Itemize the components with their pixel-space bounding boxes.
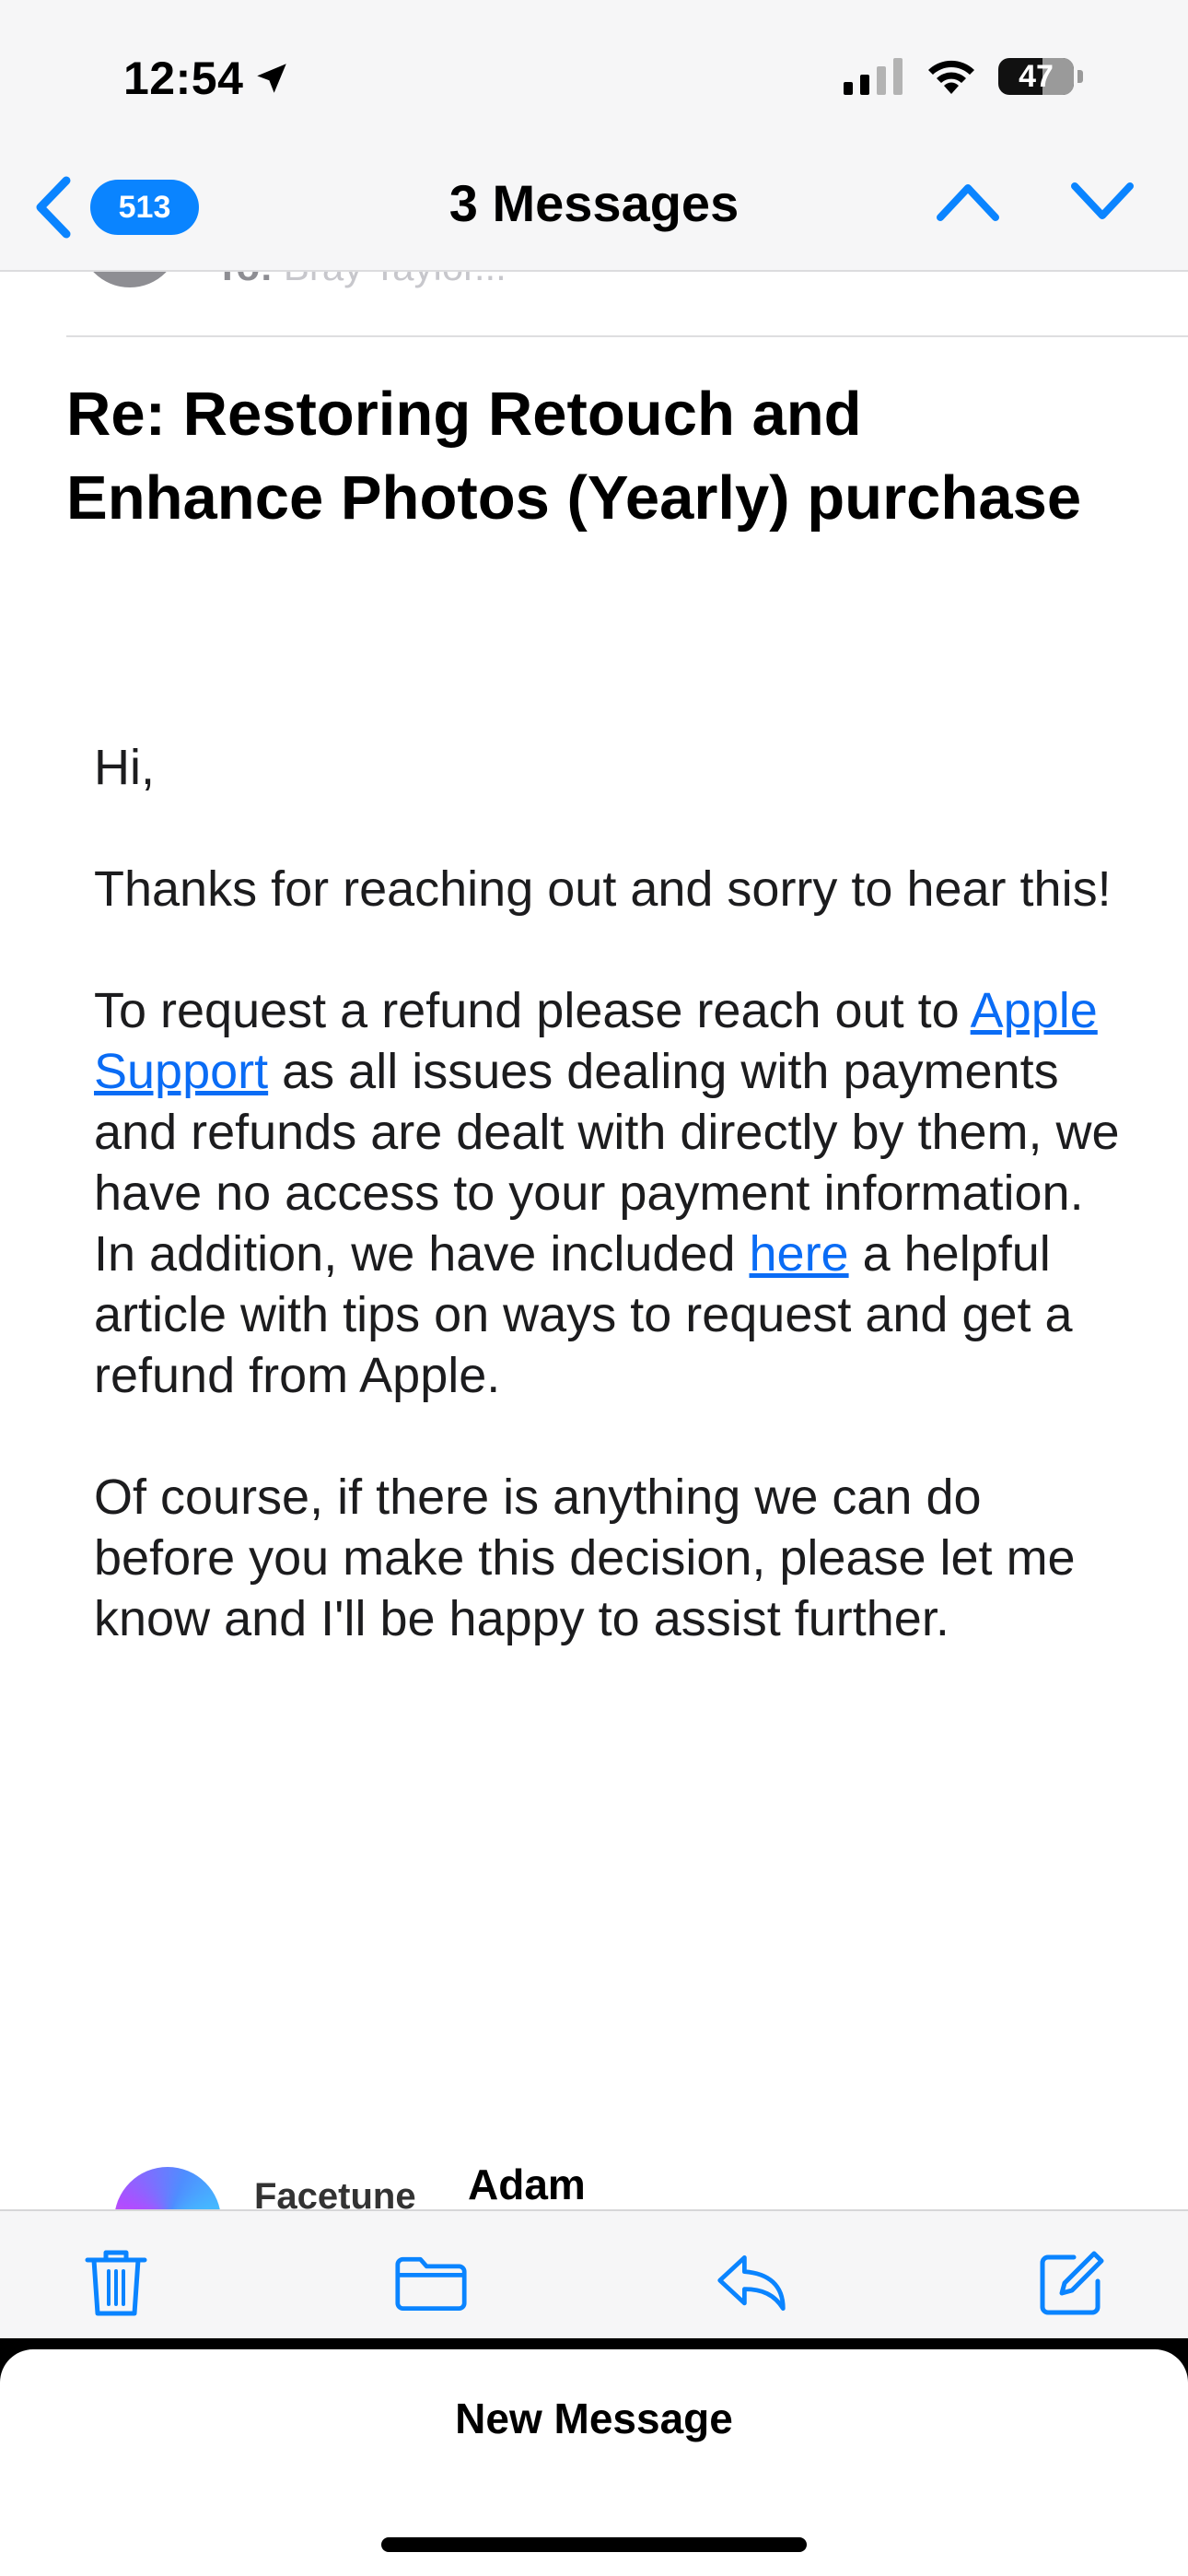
paragraph-1: Thanks for reaching out and sorry to hea… — [94, 861, 1112, 917]
paragraph-2: To request a refund please reach out to … — [94, 983, 1120, 1403]
reply-button[interactable] — [715, 2246, 788, 2320]
previous-message-icon[interactable] — [936, 181, 1000, 223]
status-icons: 47 — [844, 57, 1083, 96]
divider — [66, 335, 1188, 337]
bottom-toolbar — [0, 2209, 1188, 2340]
reply-icon — [717, 2255, 786, 2311]
status-time: 12:54 — [123, 52, 291, 105]
clock: 12:54 — [123, 53, 244, 104]
email-subject: Re: Restoring Retouch and Enhance Photos… — [66, 380, 1082, 533]
home-indicator[interactable] — [381, 2537, 807, 2552]
greeting: Hi, — [94, 740, 155, 795]
message-navigation — [936, 181, 1135, 223]
folder-icon — [395, 2256, 467, 2311]
new-message-title: New Message — [455, 2395, 733, 2442]
trash-icon — [85, 2250, 147, 2316]
compose-button[interactable] — [1035, 2246, 1109, 2320]
paragraph-3: Of course, if there is anything we can d… — [94, 1469, 1076, 1646]
email-body: Hi, Thanks for reaching out and sorry to… — [94, 737, 1125, 1710]
next-message-icon[interactable] — [1070, 181, 1135, 223]
move-to-folder-button[interactable] — [394, 2246, 468, 2320]
article-link[interactable]: here — [750, 1226, 849, 1282]
wifi-icon — [928, 60, 974, 94]
top-bar: 12:54 47 513 3 Messages — [0, 0, 1188, 272]
delete-button[interactable] — [79, 2246, 153, 2320]
location-arrow-icon — [257, 64, 287, 93]
facetune-logo-icon — [114, 2167, 221, 2209]
new-message-draft[interactable]: New Message — [0, 2349, 1188, 2576]
signature-row: Facetune Adam — [0, 2152, 1188, 2209]
signature-name: Adam — [468, 2160, 586, 2208]
signature-org: Facetune — [254, 2176, 416, 2209]
cellular-signal-icon — [844, 58, 903, 95]
battery-indicator: 47 — [998, 58, 1074, 95]
compose-icon — [1040, 2251, 1104, 2315]
